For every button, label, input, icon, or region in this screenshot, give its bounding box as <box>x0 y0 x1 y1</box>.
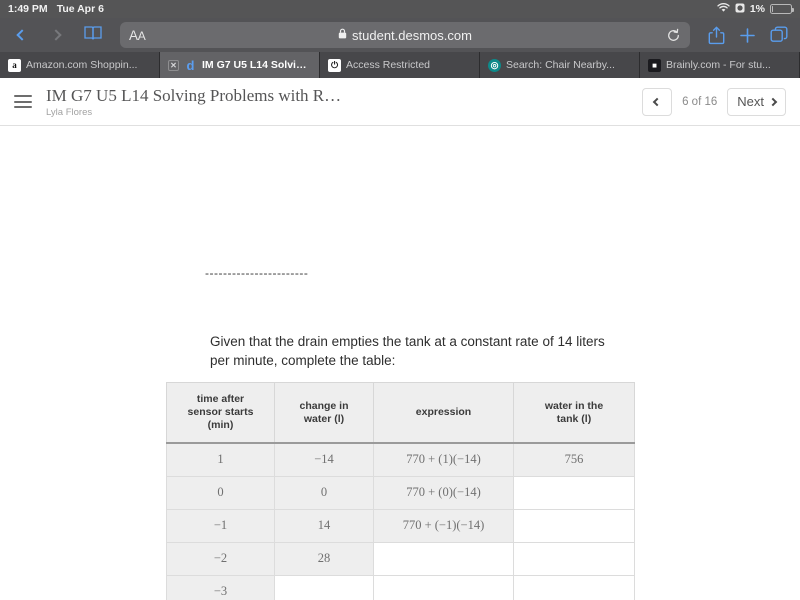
cell-expression-input[interactable] <box>373 541 514 576</box>
safari-toolbar: AA student.desmos.com <box>0 18 800 52</box>
tab-label: Amazon.com Shoppin... <box>26 59 138 71</box>
dashed-divider: ----------------------- <box>205 266 309 280</box>
table-row: −2 28 <box>166 541 635 576</box>
column-header-change: change in water (l) <box>274 382 374 444</box>
activity-screen-content: ----------------------- Given that the d… <box>0 126 800 600</box>
next-screen-button[interactable]: Next <box>727 87 786 116</box>
amazon-icon: a <box>8 58 21 72</box>
share-icon[interactable] <box>708 26 725 45</box>
status-bar-time: 1:49 PM <box>8 3 48 15</box>
question-prompt: Given that the drain empties the tank at… <box>210 334 605 368</box>
browser-tab-desmos[interactable]: ✕ d IM G7 U5 L14 Solving... <box>160 52 320 78</box>
tab-label: Brainly.com - For stu... <box>666 59 771 71</box>
column-header-time: time after sensor starts (min) <box>166 382 275 444</box>
browser-tab-search[interactable]: ◎ Search: Chair Nearby... <box>480 52 640 78</box>
desmos-icon: d <box>186 57 195 73</box>
cell-change: 14 <box>274 508 374 543</box>
cell-expression-input[interactable] <box>373 574 514 600</box>
table-row: −1 14 770 + (−1)(−14) <box>166 508 635 543</box>
alarm-icon <box>735 3 745 16</box>
reload-icon[interactable] <box>666 28 681 43</box>
next-button-label: Next <box>737 94 764 109</box>
table-row: −3 <box>166 574 635 600</box>
new-tab-icon[interactable] <box>739 27 756 44</box>
column-header-expression: expression <box>373 382 514 444</box>
cell-time: 0 <box>166 475 275 510</box>
student-name: Lyla Flores <box>46 106 93 118</box>
battery-percent-label: 1% <box>749 3 765 15</box>
browser-forward-button[interactable] <box>46 24 66 46</box>
cell-change: 0 <box>274 475 374 510</box>
tab-label: Search: Chair Nearby... <box>506 59 615 71</box>
previous-screen-button[interactable] <box>642 87 673 116</box>
cell-water-input[interactable] <box>513 541 635 576</box>
activity-navigation: 6 of 16 Next <box>642 87 786 116</box>
power-icon: ⏻ <box>328 58 341 72</box>
cell-time: −1 <box>166 508 275 543</box>
status-bar-left: 1:49 PM Tue Apr 6 <box>8 3 104 15</box>
table-row: 0 0 770 + (0)(−14) <box>166 475 635 510</box>
hamburger-menu-icon[interactable] <box>14 92 32 112</box>
browser-tab-amazon[interactable]: a Amazon.com Shoppin... <box>0 52 160 78</box>
page-counter: 6 of 16 <box>682 95 718 108</box>
cell-water-input[interactable] <box>513 508 635 543</box>
status-bar-right: 1% <box>717 2 794 16</box>
address-bar[interactable]: AA student.desmos.com <box>120 22 690 48</box>
table-header-row: time after sensor starts (min) change in… <box>166 382 635 444</box>
search-circle-icon: ◎ <box>488 58 501 72</box>
completion-table: time after sensor starts (min) change in… <box>166 382 635 600</box>
tabs-overview-icon[interactable] <box>770 26 788 44</box>
table-row: 1 −14 770 + (1)(−14) 756 <box>166 442 635 477</box>
cell-expression: 770 + (−1)(−14) <box>373 508 514 543</box>
lock-icon <box>338 26 347 44</box>
bookmarks-icon[interactable] <box>84 25 102 46</box>
chevron-left-icon <box>652 97 662 106</box>
cell-change-input[interactable] <box>274 574 374 600</box>
cell-time: −3 <box>166 574 275 600</box>
close-icon[interactable]: ✕ <box>168 59 179 71</box>
browser-tab-brainly[interactable]: ■ Brainly.com - For stu... <box>640 52 800 78</box>
url-display: student.desmos.com <box>120 26 690 44</box>
browser-back-button[interactable] <box>12 24 32 46</box>
cell-time: −2 <box>166 541 275 576</box>
wifi-icon <box>717 2 730 16</box>
page-title: IM G7 U5 L14 Solving Problems with R… <box>46 85 342 105</box>
battery-icon <box>770 4 794 14</box>
browser-tab-bar: a Amazon.com Shoppin... ✕ d IM G7 U5 L14… <box>0 52 800 78</box>
activity-header: IM G7 U5 L14 Solving Problems with R… Ly… <box>0 78 800 126</box>
cell-change: 28 <box>274 541 374 576</box>
cell-expression: 770 + (0)(−14) <box>373 475 514 510</box>
cell-water-input[interactable] <box>513 475 635 510</box>
url-text: student.desmos.com <box>352 27 472 43</box>
header-titles: IM G7 U5 L14 Solving Problems with R… Ly… <box>46 86 341 118</box>
ios-status-bar: 1:49 PM Tue Apr 6 1% <box>0 0 800 18</box>
cell-change: −14 <box>274 442 374 477</box>
text-size-button[interactable]: AA <box>129 28 146 43</box>
status-bar-date: Tue Apr 6 <box>56 3 104 15</box>
tab-label: Access Restricted <box>346 59 431 71</box>
cell-expression: 770 + (1)(−14) <box>373 442 514 477</box>
column-header-water: water in the tank (l) <box>513 382 635 444</box>
cell-water: 756 <box>513 442 635 477</box>
brainly-icon: ■ <box>648 58 661 72</box>
chevron-right-icon <box>768 97 778 106</box>
tab-label: IM G7 U5 L14 Solving... <box>202 59 311 71</box>
cell-time: 1 <box>166 442 275 477</box>
browser-tab-access-restricted[interactable]: ⏻ Access Restricted <box>320 52 480 78</box>
cell-water-input[interactable] <box>513 574 635 600</box>
